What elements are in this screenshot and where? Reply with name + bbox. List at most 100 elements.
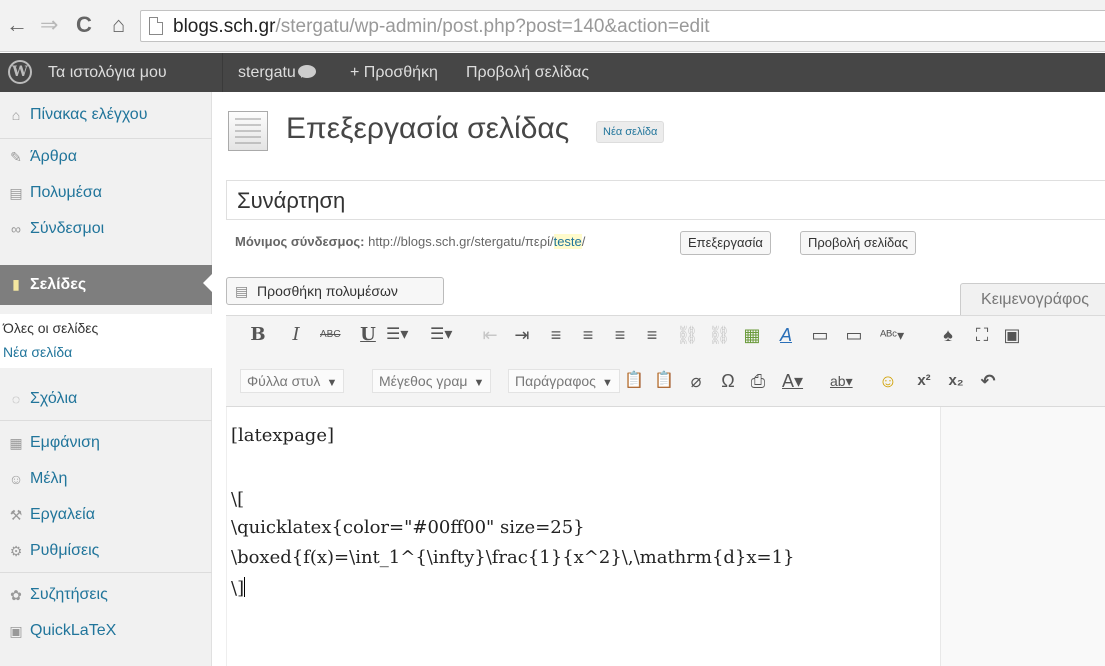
- text-format-icon[interactable]: A: [776, 323, 796, 347]
- sidebar-item-users[interactable]: ☺ Μέλη: [0, 462, 212, 498]
- page-icon: [149, 17, 163, 35]
- tab-visual-editor[interactable]: Κειμενογράφος: [960, 283, 1105, 315]
- more-tag-button[interactable]: ▭: [810, 323, 830, 347]
- align-left-button[interactable]: ≡: [546, 323, 566, 347]
- menu-separator: [0, 420, 212, 421]
- submenu-new-page[interactable]: Νέα σελίδα: [3, 344, 72, 360]
- comments-bubble-icon[interactable]: [298, 65, 316, 78]
- post-title-input[interactable]: Συνάρτηση: [226, 180, 1105, 220]
- media-icon: ▤: [9, 185, 23, 201]
- paste-text-icon[interactable]: 📋: [624, 369, 644, 393]
- numbered-list-button[interactable]: ☰▾: [430, 323, 452, 347]
- url-text[interactable]: blogs.sch.gr/stergatu/wp-admin/post.php?…: [173, 16, 710, 38]
- dashboard-icon: ⌂: [11, 107, 21, 123]
- admin-bar: W Τα ιστολόγια μου stergatu + Προσθήκη Π…: [0, 53, 1105, 92]
- content-line: \quicklatex{color="#00ff00" size=25}: [231, 517, 585, 538]
- align-center-button[interactable]: ≡: [578, 323, 598, 347]
- underline-button[interactable]: U: [358, 323, 378, 347]
- bullet-list-button[interactable]: ☰▾: [386, 323, 408, 347]
- find-replace-icon[interactable]: ♠: [938, 323, 958, 347]
- undo-icon[interactable]: ↶: [978, 369, 998, 393]
- sidebar-item-links[interactable]: ∞ Σύνδεσμοι: [0, 212, 212, 248]
- back-arrow-icon[interactable]: ←: [6, 12, 28, 38]
- kitchen-sink-icon[interactable]: ▣: [1002, 323, 1022, 347]
- view-page-button[interactable]: Προβολή σελίδας: [800, 231, 917, 255]
- forward-arrow-icon[interactable]: ⇒: [40, 12, 58, 38]
- toolbar-row-2: Φύλλα στυλ ▼ Μέγεθος γραμ ▼ Παράγραφος ▼ 📋 …: [226, 360, 1105, 400]
- reload-icon[interactable]: C: [76, 12, 92, 38]
- content-line: [latexpage]: [231, 425, 334, 446]
- content-line-cursor: \]: [231, 577, 246, 599]
- view-page-link[interactable]: Προβολή σελίδας: [466, 53, 589, 92]
- toolbar-row-1: B I ABC U ☰▾ ☰▾ ⇤ ⇥ ≡ ≡ ≡ ≡ ⛓ ⛓ ▦ A ▭ ▭ …: [226, 316, 1105, 356]
- insert-image-icon[interactable]: ▦: [742, 323, 762, 347]
- submenu-all-pages[interactable]: Όλες οι σελίδες: [3, 320, 98, 336]
- highlight-color-icon[interactable]: ab▾: [830, 369, 853, 393]
- media-icon: ▤: [235, 283, 249, 299]
- sidebar-item-dashboard[interactable]: ⌂ Πίνακας ελέγχου: [0, 98, 212, 134]
- italic-button[interactable]: I: [286, 323, 306, 347]
- styles-select[interactable]: Φύλλα στυλ ▼: [240, 369, 345, 393]
- content-line: \[: [231, 489, 245, 510]
- menu-separator: [0, 572, 212, 573]
- outdent-button[interactable]: ⇤: [480, 323, 500, 347]
- indent-button[interactable]: ⇥: [512, 323, 532, 347]
- add-new-link[interactable]: + Προσθήκη: [350, 53, 438, 92]
- page-title: Επεξεργασία σελίδας: [286, 112, 570, 145]
- quicklatex-icon: ▣: [9, 623, 23, 639]
- sidebar-item-pages[interactable]: ▮ Σελίδες: [0, 265, 213, 305]
- appearance-icon: ▦: [9, 435, 23, 451]
- bold-button[interactable]: B: [248, 323, 268, 347]
- emoticon-icon[interactable]: ☺: [878, 369, 898, 393]
- content-line: \boxed{f(x)=\int_1^{\infty}\frac{1}{x^2}…: [231, 547, 795, 568]
- sidebar-item-discussions[interactable]: ✿ Συζητήσεις: [0, 578, 212, 614]
- site-name-link[interactable]: stergatu: [238, 53, 296, 92]
- add-new-page-button[interactable]: Νέα σελίδα: [596, 121, 665, 143]
- permalink-slug[interactable]: teste: [553, 234, 582, 249]
- print-icon[interactable]: ⎙: [748, 369, 768, 393]
- add-media-button[interactable]: ▤ Προσθήκη πολυμέσων: [226, 277, 444, 305]
- permalink: Μόνιμος σύνδεσμος: http://blogs.sch.gr/s…: [235, 234, 586, 249]
- font-size-select[interactable]: Μέγεθος γραμ ▼: [372, 369, 492, 393]
- home-icon[interactable]: ⌂: [112, 12, 125, 38]
- edit-page-icon: [228, 111, 268, 151]
- pages-submenu: Όλες οι σελίδες Νέα σελίδα: [0, 314, 212, 368]
- settings-icon: ⚙: [9, 543, 23, 559]
- superscript-icon[interactable]: x²: [914, 369, 934, 393]
- sidebar-item-settings[interactable]: ⚙ Ρυθμίσεις: [0, 534, 212, 570]
- wordpress-logo-icon[interactable]: W: [8, 60, 32, 84]
- sidebar-item-appearance[interactable]: ▦ Εμφάνιση: [0, 426, 212, 462]
- fullscreen-icon[interactable]: ⛶: [972, 323, 992, 347]
- sidebar-item-posts[interactable]: ✎ Άρθρα: [0, 140, 212, 176]
- sidebar-item-media[interactable]: ▤ Πολυμέσα: [0, 176, 212, 212]
- my-blogs-link[interactable]: Τα ιστολόγια μου: [48, 53, 167, 92]
- browser-toolbar: ← ⇒ C ⌂ blogs.sch.gr/stergatu/wp-admin/p…: [0, 0, 1105, 52]
- strikethrough-button[interactable]: ABC: [320, 323, 341, 347]
- admin-bar-divider: [222, 53, 223, 92]
- edit-permalink-button[interactable]: Επεξεργασία: [680, 231, 771, 255]
- insert-link-button[interactable]: ⛓: [676, 323, 699, 347]
- justify-button[interactable]: ≡: [642, 323, 662, 347]
- special-character-icon[interactable]: Ω: [718, 369, 738, 393]
- subscript-icon[interactable]: x₂: [946, 369, 966, 393]
- sidebar-item-comments[interactable]: ◌ Σχόλια: [0, 382, 212, 418]
- editor-toolbar: B I ABC U ☰▾ ☰▾ ⇤ ⇥ ≡ ≡ ≡ ≡ ⛓ ⛓ ▦ A ▭ ▭ …: [226, 315, 1105, 407]
- discussions-icon: ✿: [10, 587, 22, 603]
- editor-content[interactable]: [latexpage] \[ \quicklatex{color="#00ff0…: [226, 407, 941, 666]
- sidebar-item-quicklatex[interactable]: ▣ QuickLaTeX: [0, 614, 212, 650]
- menu-separator: [0, 138, 212, 139]
- page-break-button[interactable]: ▭: [844, 323, 864, 347]
- clear-formatting-icon[interactable]: ⌀: [686, 369, 706, 393]
- editor-side-area: [941, 407, 1105, 666]
- paragraph-format-select[interactable]: Παράγραφος ▼: [508, 369, 620, 393]
- align-right-button[interactable]: ≡: [610, 323, 630, 347]
- paste-word-icon[interactable]: 📋: [654, 369, 674, 393]
- link-icon: ∞: [11, 221, 21, 237]
- sidebar-item-tools[interactable]: ⚒ Εργαλεία: [0, 498, 212, 534]
- text-color-icon[interactable]: A▾: [782, 369, 803, 393]
- pages-icon: ▮: [12, 276, 20, 292]
- spellcheck-button[interactable]: ᴬᴮᶜ▾: [880, 323, 904, 347]
- users-icon: ☺: [8, 471, 24, 487]
- unlink-button[interactable]: ⛓: [708, 323, 731, 347]
- address-bar[interactable]: blogs.sch.gr/stergatu/wp-admin/post.php?…: [140, 10, 1105, 42]
